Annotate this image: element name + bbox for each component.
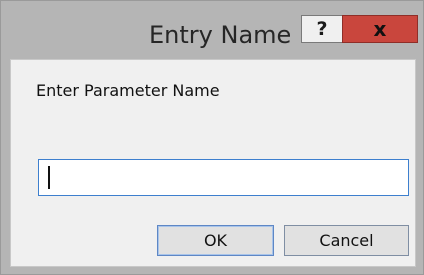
close-button[interactable]: x [342, 15, 418, 43]
help-button[interactable]: ? [301, 15, 343, 43]
entry-name-dialog: Entry Name ? x Enter Parameter Name OK C… [0, 0, 424, 275]
title-bar[interactable]: Entry Name ? x [1, 1, 423, 59]
dialog-body: Enter Parameter Name OK Cancel [10, 59, 416, 267]
ok-button-label: OK [203, 231, 228, 250]
parameter-name-input[interactable] [38, 159, 409, 196]
cancel-button[interactable]: Cancel [284, 225, 409, 256]
close-icon: x [373, 17, 387, 41]
help-icon: ? [316, 18, 328, 40]
ok-button[interactable]: OK [157, 225, 274, 256]
cancel-button-label: Cancel [319, 231, 374, 250]
dialog-title: Entry Name [149, 21, 292, 49]
prompt-label: Enter Parameter Name [36, 81, 220, 100]
text-caret [48, 166, 50, 189]
